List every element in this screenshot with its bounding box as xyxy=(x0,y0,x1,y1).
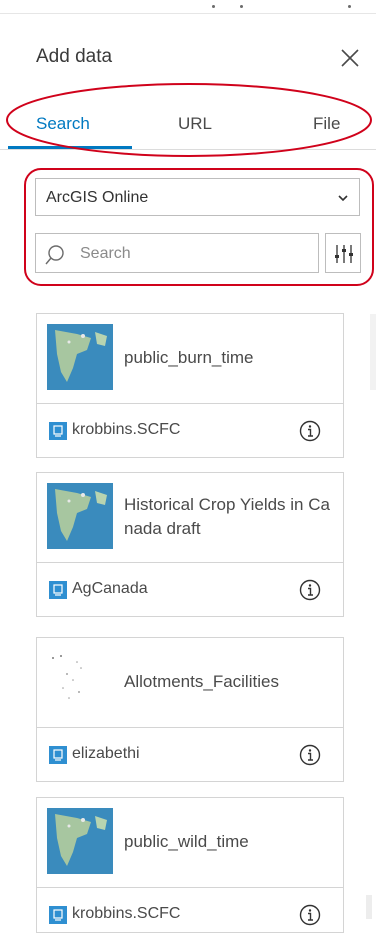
result-card[interactable]: public_burn_time krobbins.SCFC xyxy=(36,313,344,458)
dots-thumbnail-icon xyxy=(47,648,113,714)
map-thumbnail-icon xyxy=(47,483,113,549)
result-name: Historical Crop Yields in Canada draft xyxy=(124,495,330,538)
content-icon xyxy=(49,422,67,440)
info-icon[interactable] xyxy=(299,904,321,926)
result-name: Allotments_Facilities xyxy=(124,672,279,691)
search-box xyxy=(35,233,319,273)
close-icon xyxy=(341,49,359,67)
tab-search[interactable]: Search xyxy=(36,114,90,134)
content-icon xyxy=(49,746,67,764)
map-thumbnail-icon xyxy=(47,324,113,390)
active-tab-indicator xyxy=(8,146,132,149)
result-name: public_burn_time xyxy=(124,348,254,367)
strip-dot xyxy=(212,5,215,8)
result-owner: krobbins.SCFC xyxy=(72,905,181,922)
tab-bar: Search URL File xyxy=(0,102,376,150)
info-icon[interactable] xyxy=(299,420,321,442)
filter-sliders-icon xyxy=(335,245,353,263)
result-card[interactable]: public_wild_time krobbins.SCFC xyxy=(36,797,344,933)
result-card-footer: elizabethi xyxy=(37,728,343,782)
scrollbar[interactable] xyxy=(366,895,372,919)
source-select[interactable]: ArcGIS Online xyxy=(35,178,360,216)
info-icon[interactable] xyxy=(299,744,321,766)
strip-dot xyxy=(240,5,243,8)
result-card[interactable]: Allotments_Facilities elizabethi xyxy=(36,637,344,782)
result-card-header: public_wild_time xyxy=(37,798,343,888)
result-owner: elizabethi xyxy=(72,745,140,762)
chevron-down-icon xyxy=(338,195,348,202)
map-thumbnail-icon xyxy=(47,808,113,874)
filter-button[interactable] xyxy=(325,233,361,273)
side-shadow xyxy=(370,314,376,390)
top-strip xyxy=(0,0,376,14)
result-name: public_wild_time xyxy=(124,832,249,851)
search-input[interactable] xyxy=(80,242,308,266)
tab-url[interactable]: URL xyxy=(178,114,212,134)
panel-header: Add data xyxy=(0,28,376,88)
search-icon xyxy=(45,245,64,265)
source-select-value: ArcGIS Online xyxy=(46,189,149,206)
info-icon[interactable] xyxy=(299,579,321,601)
result-card[interactable]: Historical Crop Yields in Canada draft A… xyxy=(36,472,344,617)
result-card-header: Historical Crop Yields in Canada draft xyxy=(37,473,343,563)
content-icon xyxy=(49,906,67,924)
close-button[interactable] xyxy=(336,44,364,72)
result-owner: AgCanada xyxy=(72,580,148,597)
result-card-header: public_burn_time xyxy=(37,314,343,404)
result-card-header: Allotments_Facilities xyxy=(37,638,343,728)
result-card-footer: krobbins.SCFC xyxy=(37,404,343,458)
result-owner: krobbins.SCFC xyxy=(72,421,181,438)
tab-file[interactable]: File xyxy=(313,114,340,134)
content-icon xyxy=(49,581,67,599)
panel-title: Add data xyxy=(36,46,113,67)
strip-dot xyxy=(348,5,351,8)
result-card-footer: krobbins.SCFC xyxy=(37,888,343,933)
result-card-footer: AgCanada xyxy=(37,563,343,617)
